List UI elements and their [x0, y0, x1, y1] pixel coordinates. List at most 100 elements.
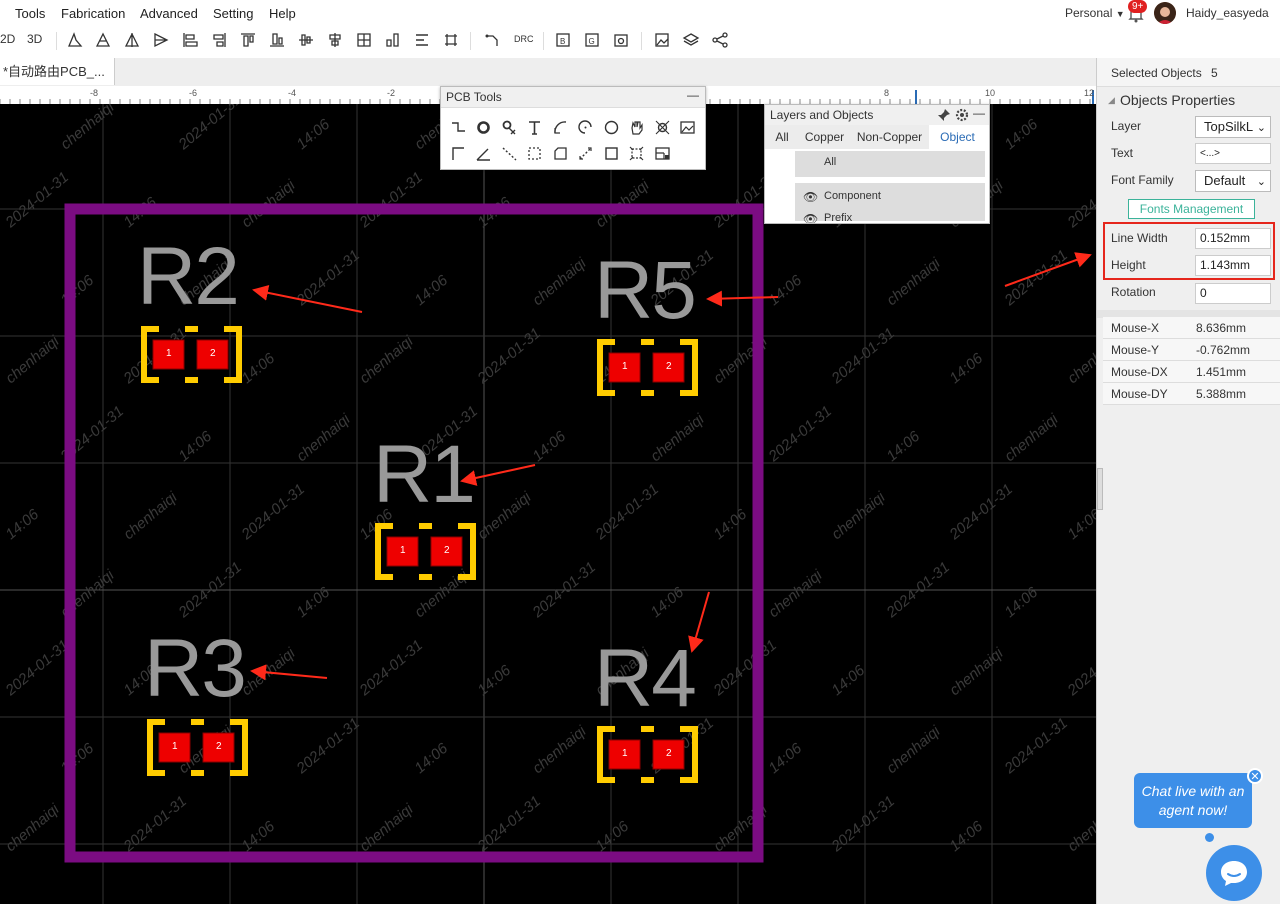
menu-help[interactable]: Help: [269, 6, 296, 21]
avatar[interactable]: [1154, 2, 1176, 24]
table-icon[interactable]: [353, 29, 375, 51]
align-h-center-icon[interactable]: [179, 29, 201, 51]
center-align-icon[interactable]: [324, 29, 346, 51]
dimension-icon[interactable]: [447, 142, 469, 164]
view-3d-button[interactable]: 3D: [27, 32, 42, 46]
grid-align-icon[interactable]: [295, 29, 317, 51]
share-icon[interactable]: [709, 29, 731, 51]
username[interactable]: Haidy_easyeda: [1186, 6, 1269, 20]
align-bottom-icon[interactable]: [150, 29, 172, 51]
gear-icon[interactable]: [955, 108, 969, 122]
align-right-icon[interactable]: [92, 29, 114, 51]
eye-icon[interactable]: 👁: [803, 212, 818, 223]
collapse-triangle-icon[interactable]: ◢: [1108, 95, 1115, 106]
tab-document[interactable]: *自动路由PCB_...: [0, 58, 115, 85]
track-icon[interactable]: [447, 116, 469, 138]
dashed-line-icon[interactable]: [498, 142, 520, 164]
line-width-field[interactable]: 0.152mm: [1195, 228, 1271, 249]
mouse-x-value: 8.636mm: [1196, 321, 1247, 335]
pad-icon[interactable]: [473, 116, 495, 138]
chat-message-bubble[interactable]: Chat live with an agent now!: [1134, 773, 1252, 828]
text-icon[interactable]: [524, 116, 546, 138]
distribute-icon[interactable]: [382, 29, 404, 51]
minimize-button[interactable]: —: [687, 88, 699, 102]
selected-objects-count: 5: [1211, 66, 1218, 80]
mouse-dy-value: 5.388mm: [1196, 387, 1247, 401]
pcb-canvas[interactable]: chenhaiqi2024-01-3114:06chenhaiqi2024-01…: [0, 104, 1096, 904]
eye-icon[interactable]: 👁: [803, 190, 818, 204]
gerber-icon[interactable]: G: [581, 29, 603, 51]
group-icon[interactable]: [440, 29, 462, 51]
solid-region-icon[interactable]: [549, 142, 571, 164]
view-2d-button[interactable]: 2D: [0, 32, 15, 46]
arrow-annotation: [250, 664, 328, 681]
object-row-prefix[interactable]: Prefix: [824, 212, 852, 223]
arrange-icon[interactable]: [411, 29, 433, 51]
board-outline-icon[interactable]: B: [552, 29, 574, 51]
layers-icon[interactable]: [680, 29, 702, 51]
mouse-x-label: Mouse-X: [1111, 321, 1160, 335]
arc-icon[interactable]: [549, 116, 571, 138]
height-field[interactable]: 1.143mm: [1195, 255, 1271, 276]
section-title: Objects Properties: [1120, 92, 1236, 108]
image-icon[interactable]: [677, 116, 699, 138]
arrow-annotation: [706, 290, 779, 307]
route-icon[interactable]: [482, 29, 504, 51]
menu-setting[interactable]: Setting: [213, 6, 253, 21]
distribute-h-icon[interactable]: [237, 29, 259, 51]
object-row-all[interactable]: All: [824, 156, 836, 168]
menu-advanced[interactable]: Advanced: [140, 6, 198, 21]
center-arc-icon[interactable]: [575, 116, 597, 138]
account-label: Personal: [1065, 6, 1113, 20]
tab-layers-non-copper[interactable]: Non-Copper: [850, 125, 930, 149]
photo-icon[interactable]: [610, 29, 632, 51]
toolbar-divider: [470, 32, 471, 50]
align-left-icon[interactable]: [64, 29, 86, 51]
text-field[interactable]: <...>: [1195, 143, 1271, 164]
ruler-label: -4: [288, 88, 297, 98]
svg-text:G: G: [589, 37, 595, 46]
pin-icon[interactable]: [937, 108, 951, 122]
arrow-annotation: [460, 464, 536, 486]
rotation-label: Rotation: [1111, 285, 1156, 299]
copper-area-icon[interactable]: [524, 142, 546, 164]
align-top-icon[interactable]: [121, 29, 143, 51]
tab-layers-all[interactable]: All: [765, 125, 800, 149]
tab-layers-object[interactable]: Object: [929, 125, 986, 149]
font-family-select[interactable]: Default ⌄: [1195, 170, 1271, 192]
menu-fabrication[interactable]: Fabrication: [61, 6, 125, 21]
mouse-dy-label: Mouse-DY: [1111, 387, 1168, 401]
tab-layers-copper[interactable]: Copper: [799, 125, 851, 149]
measure-icon[interactable]: [575, 142, 597, 164]
mouse-y-label: Mouse-Y: [1111, 343, 1160, 357]
chat-launcher-button[interactable]: [1206, 845, 1262, 901]
panel-collapse-handle[interactable]: [1097, 468, 1103, 510]
pcb-tools-title: PCB Tools: [441, 87, 705, 108]
object-row-component[interactable]: Component: [824, 190, 881, 202]
close-icon[interactable]: ✕: [1247, 768, 1263, 784]
layout-icon[interactable]: [651, 142, 673, 164]
mouse-dx-row: Mouse-DX 1.451mm: [1103, 361, 1280, 383]
image-icon[interactable]: [651, 29, 673, 51]
layer-select[interactable]: TopSilkL ⌄: [1195, 116, 1271, 138]
via-icon[interactable]: [498, 116, 520, 138]
drc-button[interactable]: DRC: [514, 34, 534, 44]
align-v-center-icon[interactable]: [208, 29, 230, 51]
circle-icon[interactable]: [600, 116, 622, 138]
selected-objects-label: Selected Objects: [1111, 66, 1202, 80]
rectangle-icon[interactable]: [600, 142, 622, 164]
svg-text:B: B: [560, 37, 565, 46]
distribute-v-icon[interactable]: [266, 29, 288, 51]
group-select-icon[interactable]: [626, 142, 648, 164]
minimize-button[interactable]: —: [973, 106, 985, 120]
hole-icon[interactable]: [651, 116, 673, 138]
account-dropdown[interactable]: Personal ▼: [1065, 6, 1125, 20]
hand-icon[interactable]: [626, 116, 648, 138]
rotation-field[interactable]: 0: [1195, 283, 1271, 304]
ruler-label: 8: [884, 88, 890, 98]
arrow-annotation: [688, 591, 710, 653]
fonts-management-button[interactable]: Fonts Management: [1128, 199, 1255, 219]
chevron-down-icon: ▼: [1115, 9, 1125, 19]
angle-icon[interactable]: [473, 142, 495, 164]
menu-tools[interactable]: Tools: [15, 6, 45, 21]
